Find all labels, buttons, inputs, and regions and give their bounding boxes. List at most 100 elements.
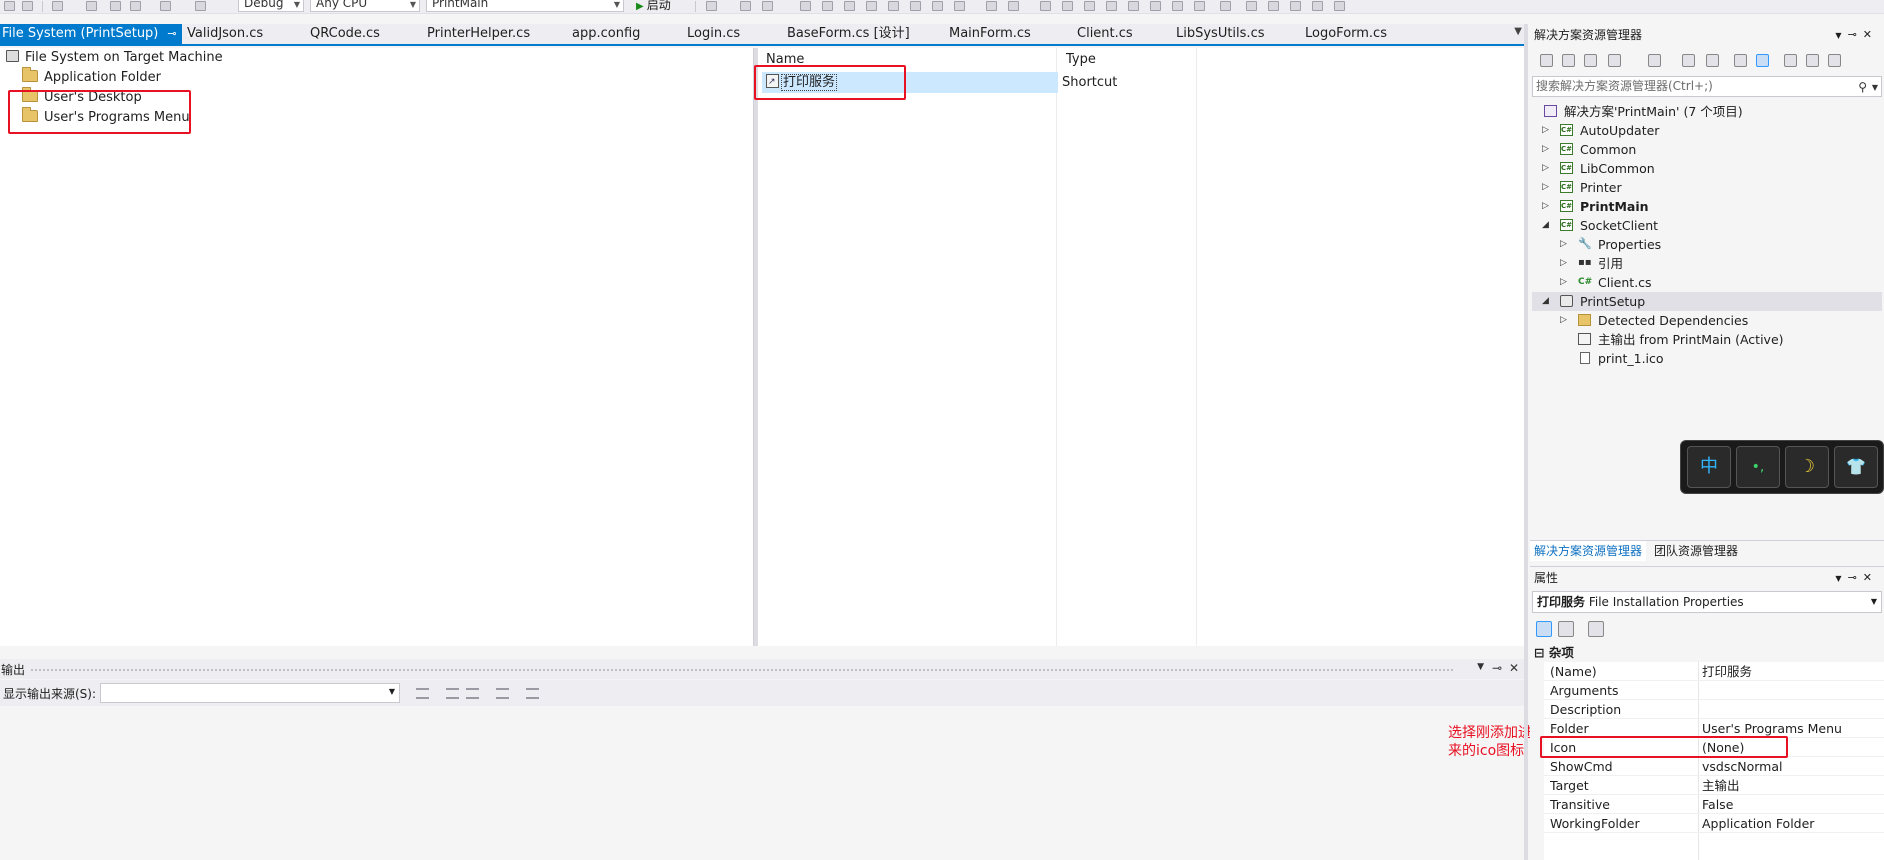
tree-item-ico-file[interactable]: print_1.ico (1532, 349, 1882, 368)
alphabetical-icon[interactable] (1558, 621, 1574, 637)
property-row[interactable]: Target 主输出 (1544, 776, 1884, 795)
expand-icon[interactable]: ▷ (1560, 235, 1567, 254)
undo-icon[interactable] (160, 1, 171, 11)
platform-select[interactable]: Any CPU ▼ (310, 0, 420, 12)
pin-icon[interactable]: ⊸ (1492, 661, 1502, 675)
toolbar-icon[interactable] (932, 1, 943, 11)
property-row[interactable]: Transitive False (1544, 795, 1884, 814)
collapse-icon[interactable]: ◢ (1542, 292, 1549, 311)
refresh-icon[interactable] (1706, 54, 1719, 67)
expand-icon[interactable]: ▷ (1542, 121, 1549, 140)
expand-icon[interactable]: ▷ (1542, 140, 1549, 159)
property-value[interactable]: False (1702, 795, 1733, 814)
property-value[interactable]: Application Folder (1702, 814, 1814, 833)
toolbar-icon[interactable] (888, 1, 899, 11)
close-icon[interactable]: ✕ (1863, 571, 1878, 584)
tree-item-project[interactable]: ▷ C# LibCommon (1532, 159, 1882, 178)
pin-icon[interactable]: ⊸ (1848, 571, 1863, 584)
tree-item-project[interactable]: ◢ C# SocketClient (1532, 216, 1882, 235)
toolbar-icon[interactable] (1128, 1, 1139, 11)
toolbar-icon[interactable] (1290, 1, 1301, 11)
clear-all-icon[interactable] (496, 688, 509, 699)
tree-item-file[interactable]: ▷ C# Client.cs (1532, 273, 1882, 292)
back-icon[interactable] (1540, 54, 1553, 67)
home-icon[interactable] (1584, 54, 1597, 67)
tree-item-references[interactable]: ▷ ▪▪ 引用 (1532, 254, 1882, 273)
ime-chinese-button[interactable]: 中 (1687, 446, 1731, 488)
tab-libsysutils[interactable]: LibSysUtils.cs (1176, 24, 1265, 44)
tab-mainform[interactable]: MainForm.cs (949, 24, 1031, 44)
tab-team-explorer[interactable]: 团队资源管理器 (1650, 541, 1742, 561)
tree-item-project[interactable]: ▷ C# Printer (1532, 178, 1882, 197)
pin-icon[interactable]: ⊸ (1848, 28, 1863, 41)
tab-baseform-design[interactable]: BaseForm.cs [设计] (787, 24, 910, 44)
toolbar-icon[interactable] (1106, 1, 1117, 11)
property-row[interactable]: WorkingFolder Application Folder (1544, 814, 1884, 833)
toolbar-icon[interactable] (1040, 1, 1051, 11)
tab-file-system-printsetup[interactable]: File System (PrintSetup) ⊸ ✕ (0, 24, 195, 44)
chevron-down-icon[interactable]: ▼ (1835, 574, 1847, 583)
tree-item-project[interactable]: ▷ C# AutoUpdater (1532, 121, 1882, 140)
save-icon[interactable] (110, 1, 121, 11)
toolbar-icon[interactable] (844, 1, 855, 11)
navigate-back-icon[interactable] (4, 1, 15, 11)
toolbar-icon[interactable] (1172, 1, 1183, 11)
property-value[interactable]: vsdscNormal (1702, 757, 1782, 776)
chevron-down-icon[interactable]: ▼ (1477, 662, 1484, 672)
property-value[interactable]: 主输出 (1702, 776, 1740, 795)
tool-window-splitter[interactable] (1524, 24, 1528, 860)
categorized-icon[interactable] (1536, 621, 1552, 637)
toolbar-icon[interactable] (1312, 1, 1323, 11)
toolbar-icon[interactable] (1062, 1, 1073, 11)
output-text-area[interactable] (0, 706, 1524, 860)
toolbar-icon[interactable] (1246, 1, 1257, 11)
expand-icon[interactable]: ▷ (1542, 178, 1549, 197)
toolbar-icon[interactable] (954, 1, 965, 11)
tab-client[interactable]: Client.cs (1077, 24, 1133, 44)
expand-icon[interactable]: ▷ (1560, 311, 1567, 330)
tree-item-primary-output[interactable]: 主输出 from PrintMain (Active) (1532, 330, 1882, 349)
toolbar-icon[interactable] (866, 1, 877, 11)
navigate-forward-icon[interactable] (22, 1, 33, 11)
next-message-icon[interactable] (466, 688, 479, 699)
sync-icon[interactable] (1682, 54, 1695, 67)
tab-login[interactable]: Login.cs (687, 24, 740, 44)
collapse-icon[interactable]: ◢ (1542, 216, 1549, 235)
toolbar-icon[interactable] (910, 1, 921, 11)
tree-item-project[interactable]: ▷ C# Common (1532, 140, 1882, 159)
expand-icon[interactable]: ▷ (1560, 273, 1567, 292)
forward-icon[interactable] (1562, 54, 1575, 67)
property-category[interactable]: ⊟ 杂项 (1530, 643, 1884, 662)
close-icon[interactable]: ✕ (1863, 28, 1878, 41)
tab-logoform[interactable]: LogoForm.cs (1305, 24, 1387, 44)
tab-printerhelper[interactable]: PrinterHelper.cs (427, 24, 530, 44)
property-row[interactable]: Description (1544, 700, 1884, 719)
solution-search-input[interactable]: 搜索解决方案资源管理器(Ctrl+;) ⚲ ▼ (1532, 76, 1882, 97)
properties-object-select[interactable]: 打印服务 File Installation Properties ▼ (1532, 591, 1882, 613)
switch-views-icon[interactable] (1608, 54, 1621, 67)
search-icon[interactable]: ⚲ (1858, 78, 1867, 97)
word-wrap-icon[interactable] (526, 688, 539, 699)
tab-solution-explorer[interactable]: 解决方案资源管理器 (1530, 541, 1647, 561)
pending-changes-icon[interactable] (1648, 54, 1661, 67)
ime-punctuation-button[interactable]: •, (1736, 446, 1780, 488)
save-all-icon[interactable] (130, 1, 141, 11)
toolbar-icon[interactable] (762, 1, 773, 11)
toolbar-icon[interactable] (1150, 1, 1161, 11)
property-row[interactable]: ShowCmd vsdscNormal (1544, 757, 1884, 776)
start-button[interactable]: ▶ 启动 (636, 0, 671, 13)
column-header-type[interactable]: Type (1058, 48, 1198, 70)
view-designer-icon[interactable] (1806, 54, 1819, 67)
toolbar-icon[interactable] (1008, 1, 1019, 11)
expand-icon[interactable]: ▷ (1542, 159, 1549, 178)
toolbar-icon[interactable] (1194, 1, 1205, 11)
redo-icon[interactable] (195, 1, 206, 11)
tree-item-solution[interactable]: 解决方案'PrintMain' (7 个项目) (1532, 102, 1882, 121)
drag-grip[interactable] (30, 668, 1454, 672)
property-value[interactable]: 打印服务 (1702, 662, 1752, 681)
collapse-all-icon[interactable] (1756, 54, 1769, 67)
ime-halfwidth-button[interactable]: ☽ (1785, 446, 1829, 488)
previous-message-icon[interactable] (446, 688, 459, 699)
toolbar-icon[interactable] (986, 1, 997, 11)
tab-app-config[interactable]: app.config (572, 24, 640, 44)
